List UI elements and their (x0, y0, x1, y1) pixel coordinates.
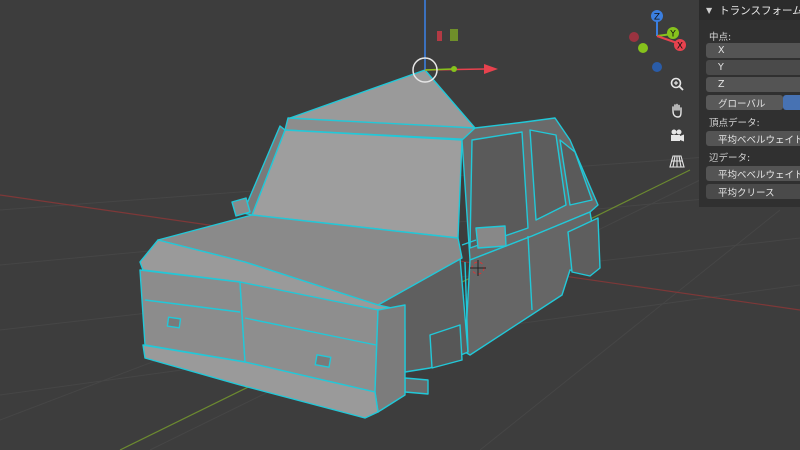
car-mesh[interactable] (139, 69, 601, 419)
nav-y-label: Y (669, 30, 676, 40)
median-z-field[interactable]: Z (706, 77, 800, 92)
headlight-left[interactable] (166, 316, 182, 329)
headlight-right[interactable] (314, 354, 332, 368)
perspective-grid-icon[interactable] (669, 153, 691, 175)
nav-neg-z-ball[interactable] (652, 62, 662, 72)
navigation-gizmo[interactable]: Z Y X (629, 10, 686, 72)
nav-neg-x-ball[interactable] (629, 32, 639, 42)
3d-viewport[interactable]: Z Y X (0, 0, 800, 450)
nav-z-label: Z (654, 13, 660, 23)
nav-neg-y-ball[interactable] (638, 43, 648, 53)
median-label: 中点: (709, 32, 732, 43)
viewport-canvas[interactable]: Z Y X (0, 0, 800, 450)
gizmo-y-handle[interactable] (451, 66, 457, 72)
sidebar-panel: ▼ トランスフォーム 中点: X Y Z グローバル 頂点データ: 平均ベベルウ… (699, 0, 800, 207)
edge-bevel-weight-field[interactable]: 平均ベベルウェイト (706, 166, 800, 181)
edge-data-label: 辺データ: (709, 153, 751, 164)
gizmo-plane-red[interactable] (437, 31, 442, 41)
mirror-right[interactable] (475, 225, 507, 249)
nav-x-label: X (677, 42, 683, 52)
vertex-data-label: 頂点データ: (709, 118, 760, 129)
edge-crease-field[interactable]: 平均クリース (706, 184, 800, 199)
gizmo-plane-green[interactable] (450, 29, 458, 41)
mirror-left[interactable] (231, 197, 251, 217)
front-wheel-bottom[interactable] (404, 377, 429, 395)
zoom-icon[interactable] (669, 76, 691, 98)
front-right-corner[interactable] (374, 304, 406, 413)
local-toggle-button[interactable] (783, 95, 800, 110)
camera-icon[interactable] (669, 127, 691, 149)
orientation-global-button[interactable]: グローバル (706, 95, 783, 110)
median-y-field[interactable]: Y (706, 60, 800, 75)
median-x-field[interactable]: X (706, 43, 800, 58)
transform-panel-header[interactable]: ▼ トランスフォーム (699, 0, 800, 20)
vertex-bevel-weight-field[interactable]: 平均ベベルウェイト (706, 131, 800, 146)
move-gizmo[interactable] (412, 0, 498, 83)
gizmo-x-arrow[interactable] (484, 64, 498, 74)
collapse-arrow-icon[interactable]: ▼ (706, 6, 712, 15)
transform-panel-title: トランスフォーム (719, 4, 800, 17)
hand-pan-icon[interactable] (669, 102, 691, 124)
